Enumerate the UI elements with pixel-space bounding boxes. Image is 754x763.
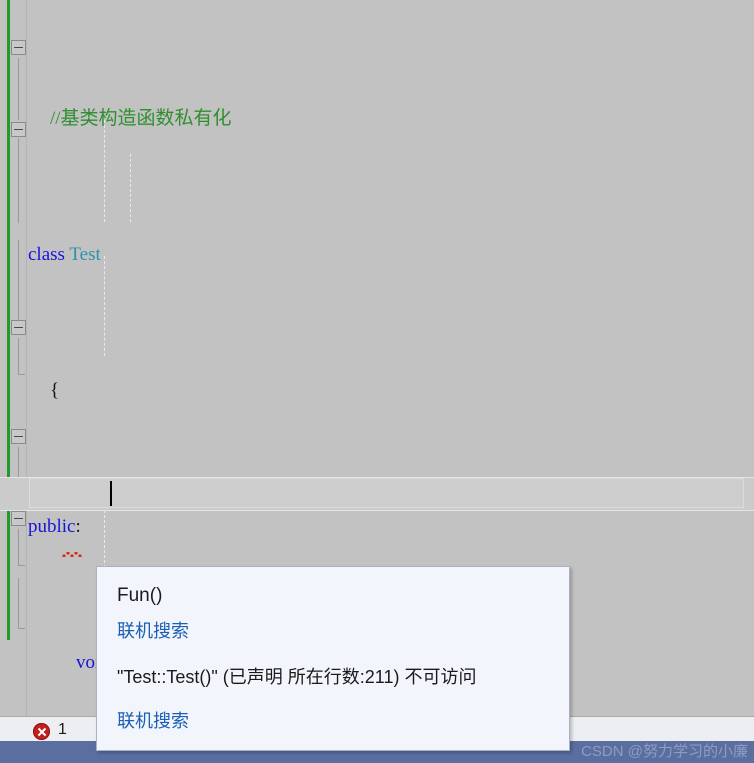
code-line-2[interactable]: class Test (28, 238, 754, 272)
fold-toggle-class-test[interactable] (11, 40, 26, 55)
type-test: Test (69, 244, 101, 265)
change-indicator-bar (7, 0, 10, 640)
fold-end-test (18, 374, 25, 375)
colon-1: : (75, 516, 81, 537)
keyword-class: class (28, 244, 65, 265)
fold-guide-func (18, 138, 19, 223)
csdn-watermark: CSDN @努力学习的小廉 (581, 743, 748, 760)
code-line-4[interactable]: public: (28, 510, 754, 544)
indicator-margin-separator (26, 0, 27, 716)
brace-open: { (50, 380, 60, 401)
tooltip-search-link-2[interactable]: 联机搜索 (117, 707, 549, 733)
fold-guide-ctor-fun (18, 529, 19, 565)
fold-guide-fun-body (18, 578, 19, 628)
tooltip-search-link-1[interactable]: 联机搜索 (117, 617, 549, 643)
tooltip-signature: Fun() (117, 585, 163, 606)
quick-info-tooltip: Fun() 联机搜索 "Test::Test()" (已声明 所在行数:211)… (96, 566, 570, 751)
error-count: 1 (58, 721, 67, 738)
fold-guide-test-body (18, 240, 19, 320)
code-line-1[interactable]: //基类构造函数私有化 (28, 102, 754, 136)
fold-toggle-ctor-test[interactable] (11, 320, 26, 335)
comment-token: //基类构造函数私有化 (50, 108, 232, 129)
fold-end-fun (18, 628, 25, 629)
tooltip-error-message: "Test::Test()" (已声明 所在行数:211) 不可访问 (117, 667, 477, 687)
fold-guide-ctor-test (18, 338, 19, 374)
fold-end-fun-ctor (18, 565, 25, 566)
fold-toggle-ctor-fun[interactable] (11, 511, 26, 526)
fold-toggle-class-fun[interactable] (11, 429, 26, 444)
error-icon (33, 723, 50, 740)
code-line-3[interactable]: { (28, 374, 754, 408)
fold-guide-class-test (18, 58, 19, 120)
keyword-public: public (28, 516, 76, 537)
fold-toggle-func[interactable] (11, 122, 26, 137)
